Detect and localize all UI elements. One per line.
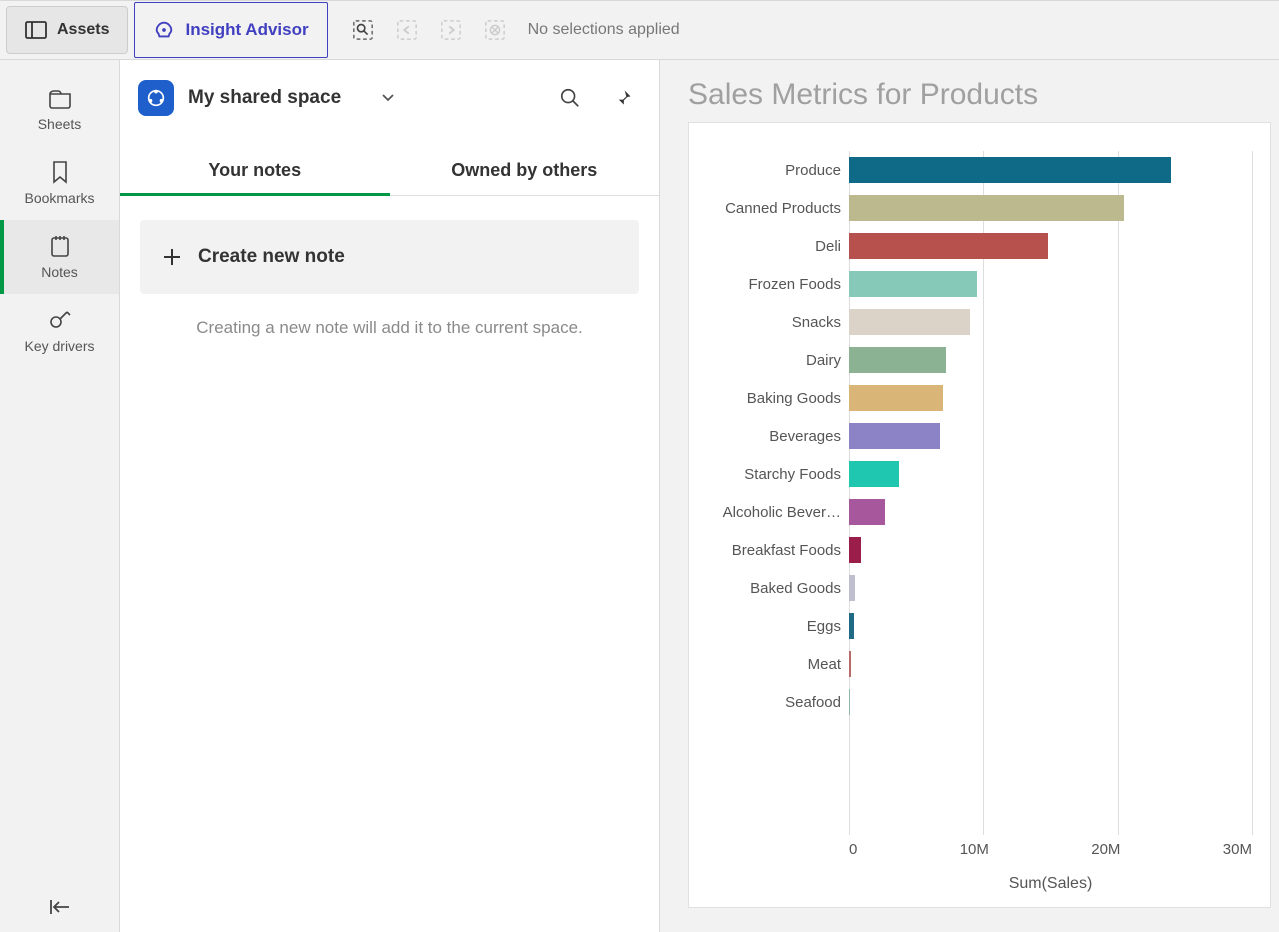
chart-category-label: Deli bbox=[703, 238, 849, 255]
chart-bar[interactable] bbox=[849, 575, 855, 601]
assets-button[interactable]: Assets bbox=[6, 6, 128, 54]
sidebar-item-bookmarks[interactable]: Bookmarks bbox=[0, 146, 119, 220]
chevron-down-icon bbox=[381, 93, 395, 103]
chart-bar-row: Meat bbox=[703, 645, 1252, 683]
chart-bar[interactable] bbox=[849, 499, 885, 525]
left-sidebar: Sheets Bookmarks Notes Key drivers bbox=[0, 60, 120, 932]
chart-category-label: Meat bbox=[703, 656, 849, 673]
chart-x-axis-label: Sum(Sales) bbox=[703, 865, 1252, 893]
create-note-button[interactable]: Create new note bbox=[140, 220, 639, 294]
chart-bar-row: Breakfast Foods bbox=[703, 531, 1252, 569]
chart-bar[interactable] bbox=[849, 347, 946, 373]
chart-bar-row: Dairy bbox=[703, 341, 1252, 379]
chart-category-label: Alcoholic Bever… bbox=[703, 504, 849, 521]
search-icon bbox=[559, 87, 581, 109]
smart-search-icon[interactable] bbox=[352, 19, 374, 41]
panel-icon bbox=[25, 21, 47, 39]
chart-bar[interactable] bbox=[849, 613, 854, 639]
bookmark-icon bbox=[50, 160, 70, 184]
notes-icon bbox=[49, 234, 71, 258]
tab-owned-by-others[interactable]: Owned by others bbox=[390, 146, 660, 195]
chart-bar[interactable] bbox=[849, 385, 943, 411]
sheets-icon bbox=[48, 88, 72, 110]
chart-bar[interactable] bbox=[849, 423, 940, 449]
chart-bar-row: Produce bbox=[703, 151, 1252, 189]
chart-category-label: Frozen Foods bbox=[703, 276, 849, 293]
chart-tick-label: 0 bbox=[849, 841, 857, 865]
clear-selections-icon bbox=[484, 19, 506, 41]
chart-category-label: Dairy bbox=[703, 352, 849, 369]
chart-category-label: Baking Goods bbox=[703, 390, 849, 407]
top-toolbar: Assets Insight Advisor No selections app… bbox=[0, 0, 1279, 60]
selection-forward-icon bbox=[440, 19, 462, 41]
chart-bar-row: Alcoholic Bever… bbox=[703, 493, 1252, 531]
assets-label: Assets bbox=[57, 21, 109, 39]
sidebar-label: Notes bbox=[41, 264, 78, 280]
insight-label: Insight Advisor bbox=[185, 20, 308, 40]
chart-category-label: Produce bbox=[703, 162, 849, 179]
chart-bar-row: Baked Goods bbox=[703, 569, 1252, 607]
chart-bar[interactable] bbox=[849, 271, 977, 297]
chart-tick-label: 10M bbox=[960, 841, 989, 865]
chart-bar-row: Snacks bbox=[703, 303, 1252, 341]
chart-bar-row: Starchy Foods bbox=[703, 455, 1252, 493]
sidebar-label: Sheets bbox=[38, 116, 82, 132]
key-drivers-icon bbox=[48, 308, 72, 332]
tab-your-notes[interactable]: Your notes bbox=[120, 146, 390, 195]
chart-bar-row: Beverages bbox=[703, 417, 1252, 455]
sidebar-item-sheets[interactable]: Sheets bbox=[0, 74, 119, 146]
chart-bar-row: Seafood bbox=[703, 683, 1252, 721]
chart-panel: Sales Metrics for Products Produce Canned… bbox=[660, 60, 1279, 932]
chart-bar[interactable] bbox=[849, 195, 1124, 221]
chart-category-label: Beverages bbox=[703, 428, 849, 445]
chart-bar-row: Deli bbox=[703, 227, 1252, 265]
chart-bar[interactable] bbox=[849, 157, 1171, 183]
chart-category-label: Eggs bbox=[703, 618, 849, 635]
sidebar-item-key-drivers[interactable]: Key drivers bbox=[0, 294, 119, 368]
sidebar-label: Key drivers bbox=[24, 338, 94, 354]
collapse-sidebar-button[interactable] bbox=[0, 882, 119, 932]
chart-bar-row: Canned Products bbox=[703, 189, 1252, 227]
selection-tools: No selections applied bbox=[352, 19, 680, 41]
chart-title: Sales Metrics for Products bbox=[688, 70, 1271, 122]
selections-status: No selections applied bbox=[528, 21, 680, 39]
chart-bar[interactable] bbox=[849, 233, 1048, 259]
chart-category-label: Canned Products bbox=[703, 200, 849, 217]
space-dropdown-button[interactable] bbox=[381, 93, 395, 103]
chart-bar-row: Baking Goods bbox=[703, 379, 1252, 417]
chart-bar[interactable] bbox=[849, 651, 851, 677]
notes-header: My shared space bbox=[120, 74, 659, 126]
insight-advisor-button[interactable]: Insight Advisor bbox=[134, 2, 327, 58]
sidebar-item-notes[interactable]: Notes bbox=[0, 220, 119, 294]
chart-category-label: Snacks bbox=[703, 314, 849, 331]
chart-tick-label: 30M bbox=[1223, 841, 1252, 865]
notes-panel: My shared space Your notes Owned by othe… bbox=[120, 60, 660, 932]
chart-bar-row: Frozen Foods bbox=[703, 265, 1252, 303]
insight-icon bbox=[153, 19, 175, 41]
plus-icon bbox=[162, 247, 182, 267]
space-badge-icon bbox=[138, 80, 174, 116]
selection-back-icon bbox=[396, 19, 418, 41]
chart-card[interactable]: Produce Canned Products Deli Frozen Foods Sn… bbox=[688, 122, 1271, 908]
create-note-label: Create new note bbox=[198, 246, 345, 268]
chart-bar[interactable] bbox=[849, 689, 850, 715]
pin-icon bbox=[613, 88, 633, 108]
chart-category-label: Breakfast Foods bbox=[703, 542, 849, 559]
space-name: My shared space bbox=[188, 87, 341, 109]
chart-category-label: Seafood bbox=[703, 694, 849, 711]
chart-bar[interactable] bbox=[849, 309, 970, 335]
chart-bar[interactable] bbox=[849, 537, 861, 563]
chart-tick-label: 20M bbox=[1091, 841, 1120, 865]
notes-search-button[interactable] bbox=[553, 81, 587, 115]
notes-tabs: Your notes Owned by others bbox=[120, 146, 659, 196]
chart-category-label: Starchy Foods bbox=[703, 466, 849, 483]
chart-x-axis: 0 10M 20M 30M bbox=[703, 835, 1252, 865]
chart-body: Produce Canned Products Deli Frozen Foods Sn… bbox=[703, 151, 1252, 835]
chart-category-label: Baked Goods bbox=[703, 580, 849, 597]
chart-bar[interactable] bbox=[849, 461, 899, 487]
chart-bar-row: Eggs bbox=[703, 607, 1252, 645]
notes-pin-button[interactable] bbox=[607, 82, 639, 114]
create-note-hint: Creating a new note will add it to the c… bbox=[140, 318, 639, 338]
sidebar-label: Bookmarks bbox=[24, 190, 94, 206]
